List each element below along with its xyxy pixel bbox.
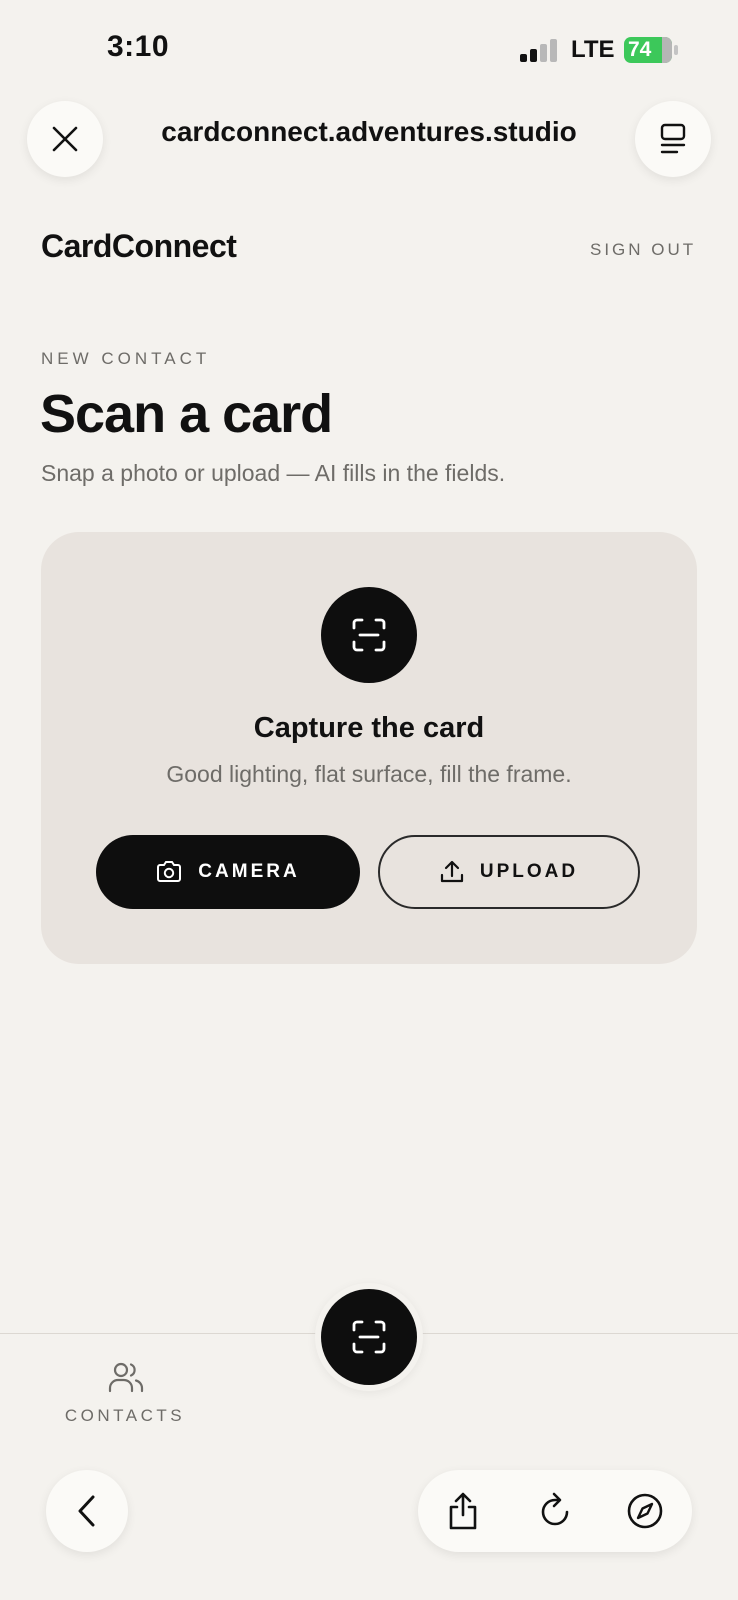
tabs-icon bbox=[660, 123, 686, 154]
share-button[interactable] bbox=[442, 1490, 484, 1532]
tab-contacts-label: CONTACTS bbox=[64, 1406, 186, 1425]
section-eyebrow: NEW CONTACT bbox=[41, 349, 211, 368]
reload-icon bbox=[541, 1492, 569, 1526]
close-button[interactable] bbox=[27, 101, 103, 177]
network-label: LTE bbox=[571, 36, 615, 63]
upload-button-label: UPLOAD bbox=[479, 861, 579, 882]
upload-button[interactable]: UPLOAD bbox=[378, 835, 640, 909]
signal-icon bbox=[520, 38, 560, 62]
capture-title: Capture the card bbox=[253, 712, 485, 744]
close-icon bbox=[52, 126, 78, 152]
compass-icon bbox=[627, 1493, 663, 1529]
scan-icon bbox=[352, 618, 386, 652]
tab-contacts[interactable]: CONTACTS bbox=[60, 1360, 190, 1430]
contacts-icon bbox=[108, 1362, 144, 1393]
share-icon bbox=[449, 1492, 477, 1530]
reload-button[interactable] bbox=[534, 1490, 576, 1532]
battery-level: 74 bbox=[628, 38, 652, 61]
app-logo: CardConnect bbox=[41, 228, 237, 264]
scan-icon bbox=[352, 1320, 386, 1354]
page-subtitle: Snap a photo or upload — AI fills in the… bbox=[41, 460, 506, 486]
battery-icon: 74 bbox=[624, 37, 678, 63]
camera-icon bbox=[157, 861, 182, 882]
camera-button[interactable]: CAMERA bbox=[96, 835, 360, 909]
url-bar[interactable]: cardconnect.adventures.studio bbox=[120, 116, 618, 148]
back-icon bbox=[78, 1495, 95, 1527]
compass-button[interactable] bbox=[624, 1490, 666, 1532]
tabs-button[interactable] bbox=[635, 101, 711, 177]
page-title: Scan a card bbox=[40, 384, 333, 444]
browser-actions bbox=[418, 1470, 692, 1552]
camera-button-label: CAMERA bbox=[198, 861, 300, 882]
scan-badge bbox=[321, 587, 417, 683]
status-time: 3:10 bbox=[107, 30, 170, 63]
upload-icon bbox=[440, 860, 463, 883]
back-button[interactable] bbox=[46, 1470, 128, 1552]
capture-subtitle: Good lighting, flat surface, fill the fr… bbox=[166, 761, 572, 787]
scan-fab[interactable] bbox=[315, 1283, 423, 1391]
sign-out-link[interactable]: SIGN OUT bbox=[590, 240, 696, 260]
